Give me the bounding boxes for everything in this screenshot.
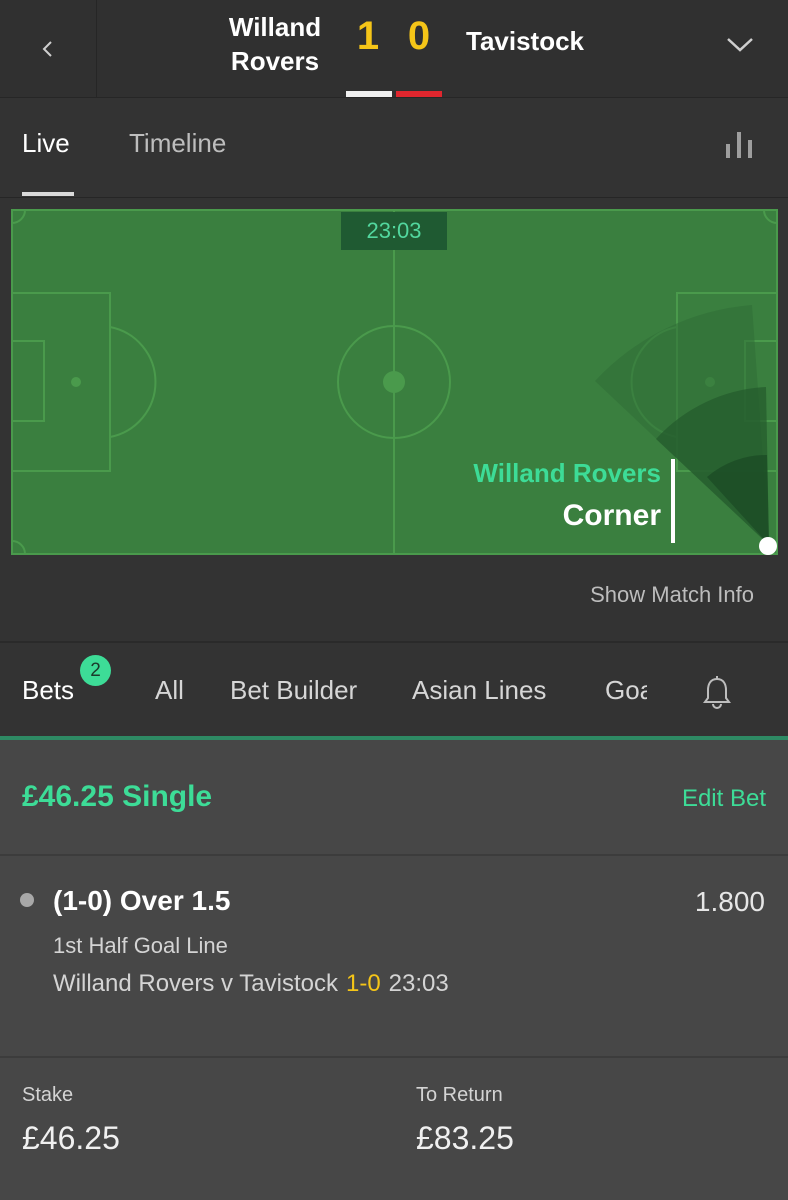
bet-card: £46.25 Single Edit Bet (1-0) Over 1.5 1.…	[0, 740, 788, 1200]
tab-all[interactable]: All	[155, 675, 184, 706]
edit-bet-button[interactable]: Edit Bet	[682, 785, 766, 813]
stake-label: Stake	[22, 1084, 74, 1106]
event-team-name: Willand Rovers	[473, 458, 661, 488]
home-team-name: Willand Rovers	[228, 12, 322, 76]
bet-divider	[0, 854, 788, 856]
pitch-graphic	[11, 209, 778, 555]
market-name: 1st Half Goal Line	[53, 933, 228, 958]
away-score: 0	[407, 14, 431, 58]
active-tab-indicator	[22, 192, 74, 196]
return-value: £83.25	[416, 1120, 514, 1156]
tab-timeline[interactable]: Timeline	[129, 128, 226, 159]
fixture-live-score: 1-0	[345, 970, 381, 997]
event-type: Corner	[562, 499, 661, 532]
tab-asian-lines[interactable]: Asian Lines	[412, 675, 546, 706]
live-pitch: 23:03 Willand Rovers Corner	[11, 209, 778, 555]
away-team-name: Tavistock	[466, 26, 585, 56]
match-clock: 23:03	[341, 212, 447, 250]
chevron-left-icon	[42, 41, 52, 57]
fixture-name: Willand Rovers v Tavistock	[53, 970, 338, 997]
selection-status-dot	[20, 893, 34, 907]
match-header: Willand Rovers 1 0 Tavistock	[0, 0, 788, 98]
return-label: To Return	[416, 1084, 503, 1106]
fixture-line: Willand Rovers v Tavistock 1-0 23:03	[53, 970, 449, 998]
bell-icon[interactable]	[700, 675, 734, 711]
show-match-info-link[interactable]: Show Match Info	[590, 582, 754, 608]
stats-icon[interactable]	[722, 130, 756, 160]
tab-bet-builder[interactable]: Bet Builder	[230, 675, 357, 706]
bets-count-badge: 2	[80, 655, 111, 686]
selection-name: (1-0) Over 1.5	[53, 885, 231, 916]
event-marker-line	[671, 459, 675, 543]
selection-odds: 1.800	[694, 886, 765, 917]
match-view-tabs: Live Timeline	[0, 98, 788, 198]
market-tabs: Bets 2 All Bet Builder Asian Lines Goa	[0, 643, 788, 740]
home-team-color-bar	[346, 91, 392, 97]
bet-divider	[0, 1056, 788, 1058]
tab-live[interactable]: Live	[22, 128, 70, 159]
chevron-down-icon	[727, 38, 753, 52]
tab-goals[interactable]: Goa	[605, 675, 647, 706]
tab-bets[interactable]: Bets	[22, 675, 74, 706]
stake-value: £46.25	[22, 1120, 120, 1156]
back-button[interactable]	[0, 0, 97, 98]
home-score: 1	[356, 14, 380, 58]
expand-header-button[interactable]	[720, 26, 760, 62]
bet-title: £46.25 Single	[22, 780, 213, 813]
away-team-color-bar	[396, 91, 442, 97]
fixture-live-time: 23:03	[388, 970, 449, 997]
